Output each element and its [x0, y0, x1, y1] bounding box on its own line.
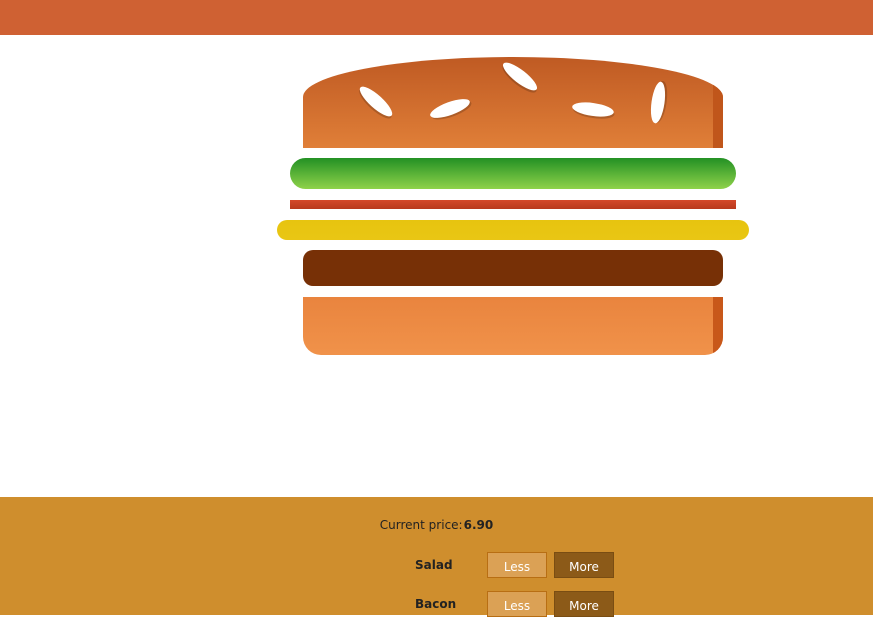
burger-preview — [0, 0, 873, 497]
price-value: 6.90 — [463, 518, 494, 532]
bun-top — [303, 57, 723, 148]
sesame-seed — [499, 58, 541, 95]
bacon-layer — [290, 200, 736, 209]
salad-less-button[interactable]: Less — [487, 552, 547, 578]
control-row-salad: Salad Less More — [0, 552, 873, 578]
cheese-layer — [277, 220, 749, 240]
sesame-seed — [428, 95, 472, 122]
control-row-bacon: Bacon Less More — [0, 591, 873, 617]
control-label-salad: Salad — [415, 558, 453, 572]
meat-layer — [303, 250, 723, 286]
control-label-bacon: Bacon — [415, 597, 457, 611]
bacon-more-button[interactable]: More — [554, 591, 614, 617]
bacon-less-button[interactable]: Less — [487, 591, 547, 617]
salad-more-button[interactable]: More — [554, 552, 614, 578]
bun-bottom — [303, 297, 723, 355]
sesame-seed — [648, 80, 668, 125]
price-label: Current price: — [379, 518, 463, 532]
salad-layer — [290, 158, 736, 189]
sesame-seed — [356, 82, 396, 121]
sesame-seed — [571, 100, 615, 119]
current-price: Current price:6.90 — [0, 518, 873, 532]
build-controls: Current price:6.90 Salad Less More Bacon… — [0, 497, 873, 617]
